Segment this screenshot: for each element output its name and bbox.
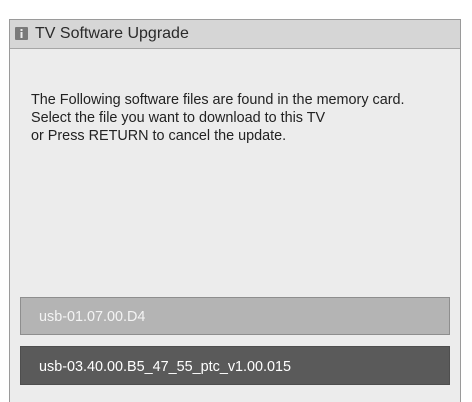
dialog-title: TV Software Upgrade	[35, 25, 189, 42]
dialog-titlebar: TV Software Upgrade	[10, 20, 460, 49]
software-upgrade-dialog: TV Software Upgrade The Following softwa…	[9, 19, 461, 402]
file-list-item-selected[interactable]: usb-03.40.00.B5_47_55_ptc_v1.00.015	[20, 346, 450, 385]
message-line: or Press RETURN to cancel the update.	[31, 128, 287, 144]
info-icon	[15, 27, 28, 40]
message-line: Select the file you want to download to …	[31, 110, 326, 126]
file-list-item[interactable]: usb-01.07.00.D4	[20, 297, 450, 335]
file-name: usb-03.40.00.B5_47_55_ptc_v1.00.015	[39, 359, 292, 375]
message-line: The Following software files are found i…	[31, 92, 405, 108]
file-name: usb-01.07.00.D4	[39, 309, 146, 325]
dialog-message: The Following software files are found i…	[31, 91, 455, 145]
